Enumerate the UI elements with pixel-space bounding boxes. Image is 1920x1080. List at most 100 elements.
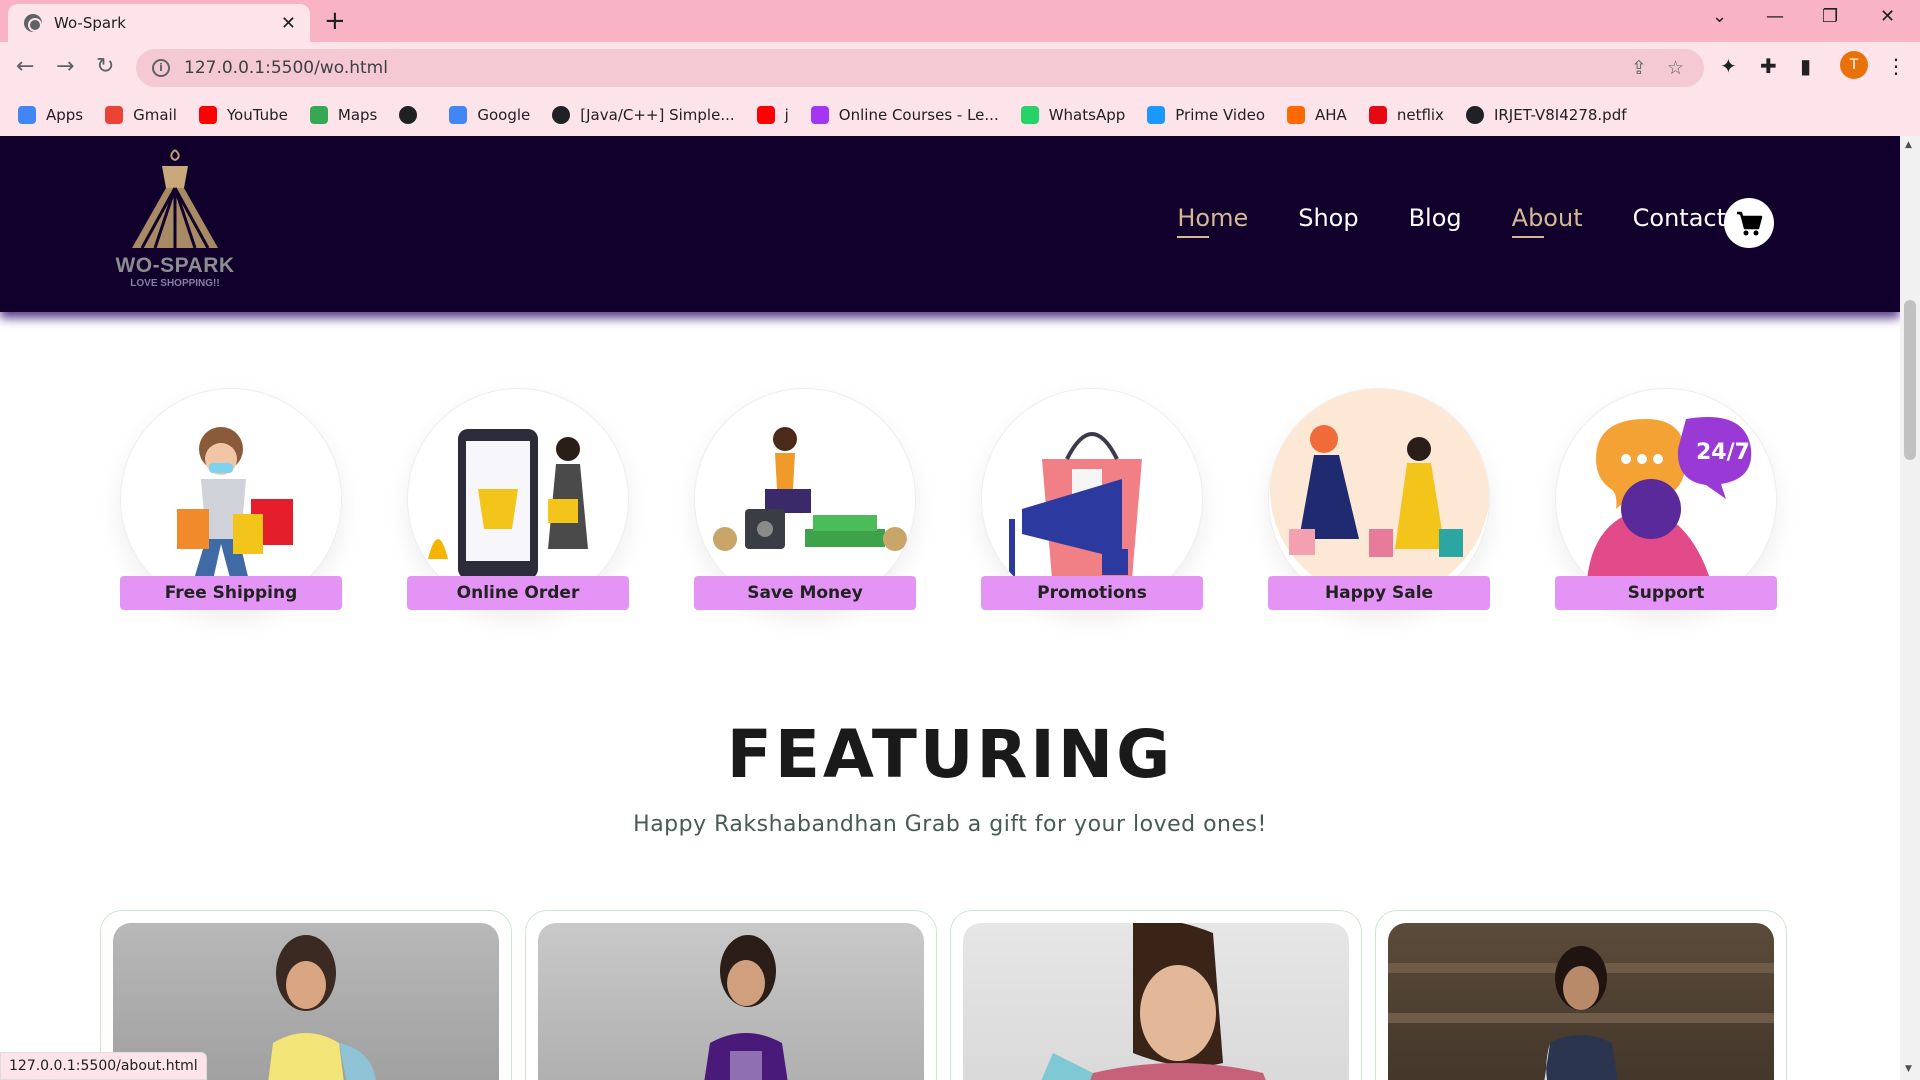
browser-tab[interactable]: Wo-Spark ✕ [8, 4, 310, 42]
featuring-subtitle: Happy Rakshabandhan Grab a gift for your… [633, 812, 1267, 837]
bookmarks-bar: Apps Gmail YouTube Maps Google [Java/C++] Sim… [0, 94, 1920, 136]
bookmark-star-icon[interactable]: ☆ [1667, 57, 1684, 79]
bookmark-item[interactable] [399, 106, 427, 124]
bookmark-label: [Java/C++] Simple... [580, 106, 735, 124]
bookmark-item[interactable]: j [756, 106, 789, 124]
new-tab-icon[interactable]: + [324, 6, 346, 36]
bookmark-item[interactable]: Google [449, 106, 530, 124]
feature-label: Happy Sale [1268, 576, 1490, 610]
maps-icon [309, 106, 328, 124]
bookmark-label: AHA [1315, 106, 1347, 124]
website: WO-SPARK LOVE SHOPPING!! Home Shop Blog Abo… [0, 136, 1900, 1080]
bookmark-label: Online Courses - Le... [838, 106, 999, 124]
bookmark-label: IRJET-V8I4278.pdf [1493, 106, 1627, 124]
globe-icon [24, 14, 42, 32]
extensions-puzzle-icon[interactable]: ✚ [1760, 54, 1777, 78]
feature-card[interactable]: Online Order [407, 388, 629, 610]
nav-link-shop[interactable]: Shop [1298, 204, 1358, 232]
bookmark-item[interactable]: YouTube [198, 106, 288, 124]
feature-label: Save Money [694, 576, 916, 610]
globe-icon [399, 106, 418, 124]
product-card[interactable] [1375, 910, 1787, 1080]
nav-link-blog[interactable]: Blog [1409, 204, 1462, 232]
tab-search-icon[interactable]: ⌄ [1712, 6, 1727, 27]
status-bar-url: 127.0.0.1:5500/about.html [0, 1052, 207, 1080]
bookmark-label: Prime Video [1175, 106, 1266, 124]
netflix-icon [1368, 106, 1387, 124]
restore-icon[interactable]: ❐ [1822, 6, 1838, 27]
scroll-down-icon[interactable]: ▼ [1905, 1064, 1912, 1074]
tab-title: Wo-Spark [54, 14, 126, 32]
logo-tagline: LOVE SHOPPING!! [130, 278, 220, 289]
browser-tab-bar: Wo-Spark ✕ + ⌄ — ❐ ✕ [0, 0, 1920, 42]
svg-text:24/7: 24/7 [1696, 440, 1750, 465]
cart-icon [1737, 211, 1763, 236]
aha-icon [1287, 106, 1306, 124]
browser-toolbar: ← → ↻ i 127.0.0.1:5500/wo.html ⇪ ☆ ✦ ✚ ▮… [0, 42, 1920, 94]
bookmark-label: j [784, 106, 789, 124]
reload-icon[interactable]: ↻ [96, 54, 114, 79]
bookmark-label: netflix [1396, 106, 1444, 124]
share-icon[interactable]: ⇪ [1631, 57, 1647, 79]
bookmark-item[interactable]: WhatsApp [1020, 106, 1126, 124]
apps-grid-icon [18, 106, 36, 124]
product-image[interactable] [538, 923, 924, 1080]
feature-label: Online Order [407, 576, 629, 610]
bookmark-label: Apps [46, 106, 84, 124]
youtube-icon [756, 106, 775, 124]
bookmark-item[interactable]: IRJET-V8I4278.pdf [1465, 106, 1627, 124]
forward-icon[interactable]: → [56, 54, 74, 79]
nav-link-contact[interactable]: Contact [1633, 204, 1726, 232]
nav-link-about[interactable]: About [1511, 204, 1583, 238]
product-image[interactable] [963, 923, 1349, 1080]
gmail-icon [105, 106, 124, 124]
cart-button[interactable] [1724, 198, 1774, 248]
prime-video-icon [1147, 106, 1166, 124]
bookmark-label: Gmail [133, 106, 177, 124]
bookmark-item[interactable]: Maps [309, 106, 377, 124]
menu-kebab-icon[interactable]: ⋮ [1886, 54, 1906, 78]
window-close-icon[interactable]: ✕ [1880, 6, 1895, 27]
bookmark-item[interactable]: netflix [1368, 106, 1444, 124]
site-header: WO-SPARK LOVE SHOPPING!! Home Shop Blog Abo… [0, 136, 1900, 312]
site-info-icon[interactable]: i [152, 59, 170, 77]
bookmark-item[interactable]: Gmail [105, 106, 177, 124]
whatsapp-icon [1020, 106, 1039, 124]
globe-icon [1465, 106, 1484, 124]
feature-card[interactable]: Free Shipping [120, 388, 342, 610]
scroll-up-icon[interactable]: ▲ [1905, 140, 1912, 150]
main-nav: Home Shop Blog About Contact [1127, 204, 1726, 238]
address-url[interactable]: 127.0.0.1:5500/wo.html [184, 58, 1631, 78]
code-icon [552, 106, 571, 124]
bookmark-label: WhatsApp [1048, 106, 1126, 124]
youtube-icon [198, 106, 217, 124]
extension-icon[interactable]: ✦ [1720, 54, 1737, 78]
bookmark-item[interactable]: Apps [18, 106, 83, 124]
feature-card[interactable]: 24/7 Support [1555, 388, 1777, 610]
feature-label: Free Shipping [120, 576, 342, 610]
address-bar[interactable]: i 127.0.0.1:5500/wo.html ⇪ ☆ [136, 49, 1704, 87]
back-icon[interactable]: ← [16, 54, 34, 79]
minimize-icon[interactable]: — [1766, 6, 1784, 27]
bookmark-item[interactable]: [Java/C++] Simple... [552, 106, 735, 124]
bookmark-item[interactable]: Prime Video [1147, 106, 1265, 124]
scrollbar-thumb[interactable] [1904, 300, 1916, 460]
udemy-icon [810, 106, 829, 124]
bookmark-item[interactable]: AHA [1287, 106, 1347, 124]
nav-link-home[interactable]: Home [1177, 204, 1248, 238]
feature-label: Promotions [981, 576, 1203, 610]
bookmark-item[interactable]: Online Courses - Le... [810, 106, 999, 124]
google-icon [449, 106, 468, 124]
feature-card[interactable]: Save Money [694, 388, 916, 610]
profile-avatar[interactable]: T [1840, 51, 1868, 79]
feature-label: Support [1555, 576, 1777, 610]
close-tab-icon[interactable]: ✕ [281, 13, 296, 34]
page-scrollbar[interactable]: ▲ ▼ [1900, 136, 1920, 1080]
product-card[interactable] [525, 910, 937, 1080]
product-image[interactable] [1388, 923, 1774, 1080]
side-panel-icon[interactable]: ▮ [1800, 54, 1811, 78]
product-card[interactable] [950, 910, 1362, 1080]
feature-card[interactable]: Promotions [981, 388, 1203, 610]
feature-card[interactable]: Happy Sale [1268, 388, 1490, 610]
site-logo[interactable]: WO-SPARK LOVE SHOPPING!! [110, 148, 240, 298]
